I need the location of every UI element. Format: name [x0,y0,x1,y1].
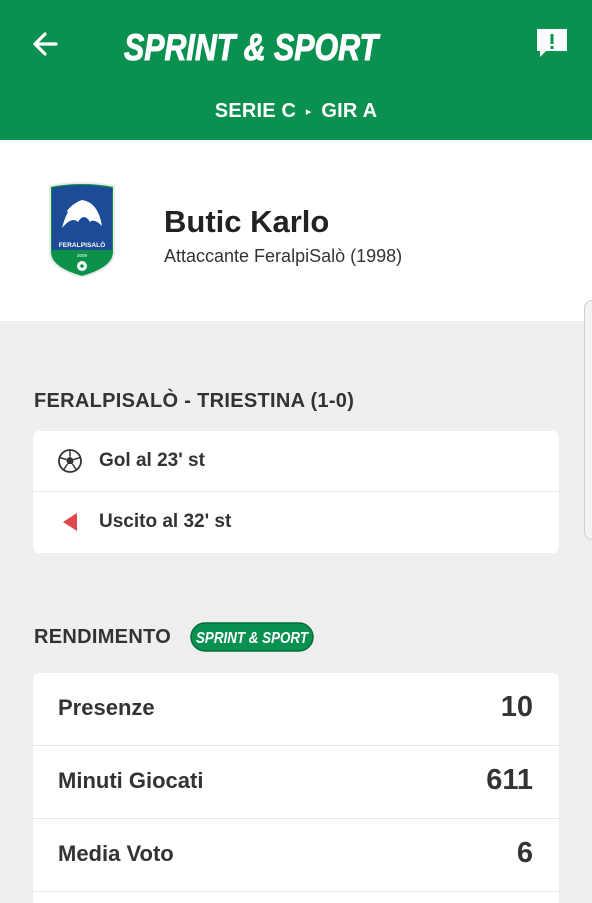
rendimento-title: RENDIMENTO [34,626,172,648]
soccer-ball-icon [58,449,82,473]
stat-label: Media Voto [58,841,174,866]
crest-team-name: FERALPISALÒ [59,240,106,249]
breadcrumb-group[interactable]: GIR A [321,100,377,122]
stat-row-presenze: Presenze 10 [33,673,559,746]
stats-card: Presenze 10 Minuti Giocati 611 Media Vot… [33,673,559,903]
breadcrumb-league[interactable]: SERIE C [215,100,296,122]
badge-text: SPRINT & SPORT [196,630,309,647]
sprint-sport-badge: SPRINT & SPORT [190,622,314,652]
stat-value: 611 [486,764,533,796]
brand-logo[interactable]: SPRINT & SPORT [120,20,382,70]
stat-label: Presenze [58,695,155,720]
crest-year: 2009 [77,253,88,258]
brand-logo-text: SPRINT & SPORT [124,27,381,68]
stat-row-minuti: Minuti Giocati 611 [33,746,559,819]
back-button[interactable] [28,26,64,62]
match-title[interactable]: FERALPISALÒ - TRIESTINA (1-0) [34,390,354,413]
report-button[interactable] [534,26,570,62]
event-row: Uscito al 32' st [33,492,559,553]
team-crest-icon[interactable]: FERALPISALÒ 2009 [48,182,116,279]
sprint-sport-logo: SPRINT & SPORT [124,27,382,69]
arrow-left-icon [33,32,58,56]
stat-value: 10 [500,691,533,723]
match-events-card: Gol al 23' st Uscito al 32' st [33,431,559,553]
scrollbar[interactable] [584,300,592,540]
event-label: Uscito al 32' st [99,511,232,532]
event-row: Gol al 23' st [33,431,559,492]
feedback-alert-icon [537,29,567,57]
breadcrumb[interactable]: SERIE C ▸ GIR A [0,100,592,123]
player-role-team: Attaccante FeralpiSalò (1998) [164,246,403,266]
substitution-out-icon [63,513,77,531]
event-label: Gol al 23' st [99,450,205,471]
player-name: Butic Karlo [164,204,330,239]
app-header: SPRINT & SPORT SERIE C ▸ GIR A [0,0,592,140]
stat-value: 6 [516,837,533,869]
stat-label: Minuti Giocati [58,768,204,793]
player-card: FERALPISALÒ 2009 Butic Karlo Attaccante … [0,140,592,321]
breadcrumb-separator: ▸ [305,106,312,118]
stat-row-media-voto: Media Voto 6 [33,819,559,892]
